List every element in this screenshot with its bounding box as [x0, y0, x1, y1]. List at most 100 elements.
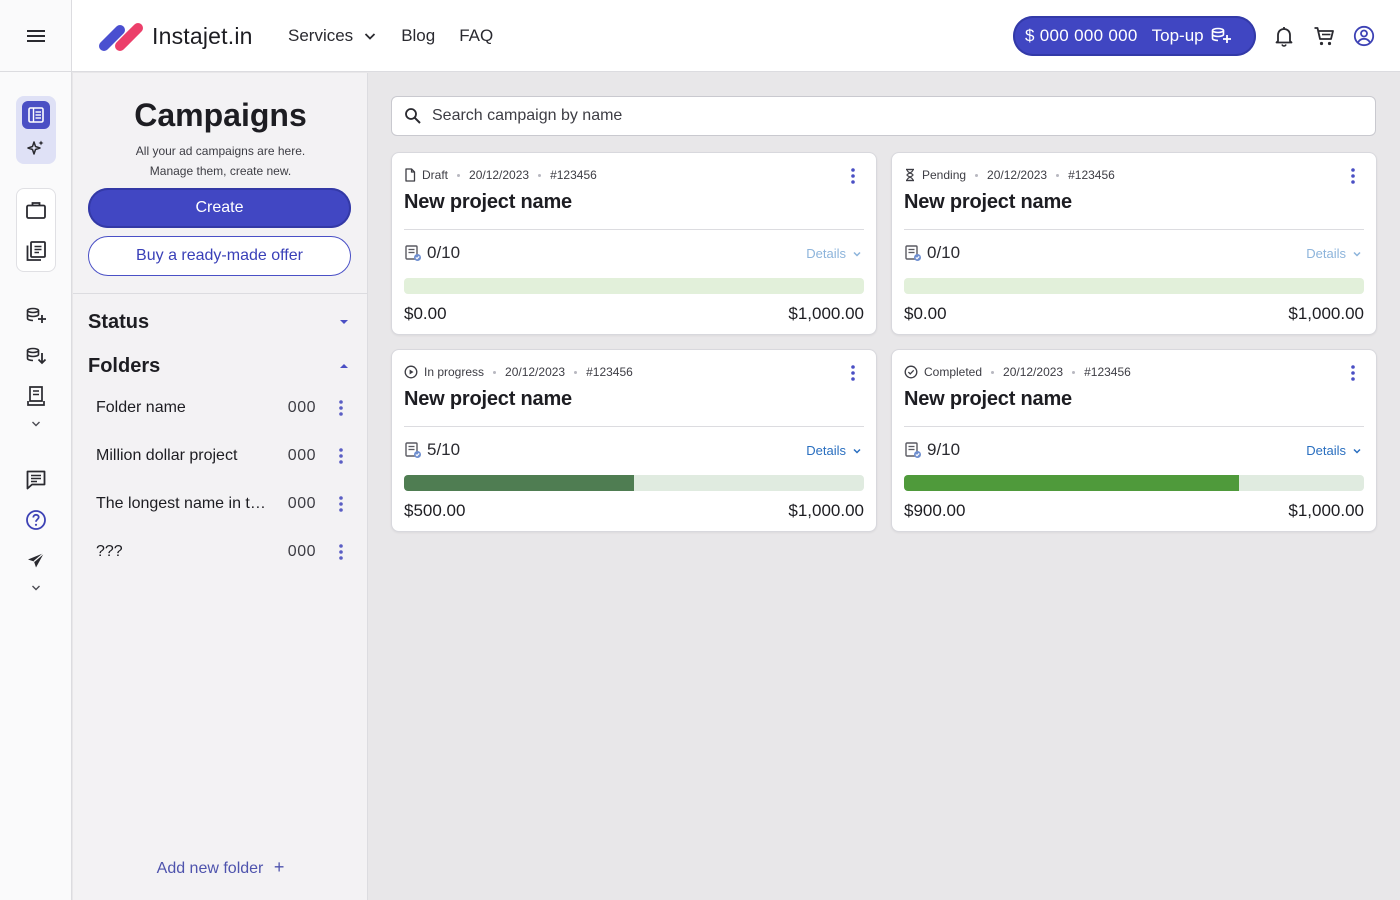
posts-count-value: 0/10: [927, 243, 961, 262]
search-input[interactable]: [432, 107, 1332, 125]
details-label: Details: [1306, 246, 1346, 261]
folder-count: 000: [287, 447, 316, 464]
spent-amount: $500.00: [404, 501, 466, 520]
campaign-card[interactable]: Draft 20/12/2023 #123456 New project nam…: [391, 152, 877, 335]
nav-blog-label: Blog: [401, 26, 436, 45]
campaign-date: 20/12/2023: [469, 168, 530, 182]
more-vert-icon[interactable]: [316, 399, 344, 417]
topup-button[interactable]: $ 000 000 000 Top-up: [1013, 16, 1256, 56]
caret-up-icon: [338, 362, 350, 370]
receipt-icon: [26, 385, 46, 407]
posts-count-value: 9/10: [927, 440, 961, 459]
details-toggle[interactable]: Details: [806, 443, 862, 458]
add-funds-nav-item[interactable]: [16, 304, 56, 328]
more-vert-icon[interactable]: [1348, 167, 1358, 187]
checklist-icon: [904, 244, 922, 262]
messages-nav-item[interactable]: [16, 468, 56, 492]
more-vert-icon[interactable]: [848, 364, 858, 384]
more-vert-icon[interactable]: [848, 167, 858, 187]
nav-services[interactable]: Services: [288, 26, 377, 46]
separator-dot: [574, 370, 578, 374]
campaign-date: 20/12/2023: [1003, 365, 1064, 379]
campaign-status: Draft: [422, 168, 449, 182]
briefcase-nav-item[interactable]: [16, 192, 56, 228]
folder-count: 000: [287, 399, 316, 416]
main-nav: Services Blog FAQ: [288, 0, 517, 72]
details-label: Details: [806, 443, 846, 458]
page-title: Campaigns: [134, 97, 307, 133]
folder-count: 000: [287, 543, 316, 560]
folder-item[interactable]: Million dollar project 000: [96, 442, 344, 470]
withdraw-nav-item[interactable]: [16, 344, 56, 368]
spent-amount: $0.00: [904, 304, 947, 323]
posts-count-value: 0/10: [427, 243, 461, 262]
progress-fill: [404, 475, 634, 491]
campaign-card[interactable]: Completed 20/12/2023 #123456 New project…: [891, 349, 1377, 532]
sparkle-nav-item[interactable]: [16, 131, 56, 164]
campaign-status: Pending: [922, 168, 967, 182]
budget-progress-bar: [404, 475, 864, 491]
buy-offer-button[interactable]: Buy a ready-made offer: [88, 236, 351, 276]
more-vert-icon[interactable]: [316, 495, 344, 513]
separator-dot: [493, 370, 497, 374]
page-subtitle: All your ad campaigns are here. Manage t…: [73, 141, 368, 181]
campaigns-nav-item[interactable]: [16, 98, 56, 131]
folder-item[interactable]: Folder name 000: [96, 394, 344, 422]
campaign-meta: Completed 20/12/2023 #123456: [904, 364, 1131, 380]
campaign-card[interactable]: Pending 20/12/2023 #123456 New project n…: [891, 152, 1377, 335]
campaign-id: #123456: [586, 365, 633, 379]
coins-plus-icon: [25, 307, 47, 325]
notifications-button[interactable]: [1272, 24, 1296, 48]
telegram-nav-item[interactable]: [16, 548, 56, 572]
nav-services-label: Services: [288, 26, 354, 45]
expand-social-chevron-icon[interactable]: [28, 583, 44, 593]
library-nav-item[interactable]: [16, 233, 56, 269]
separator-dot: [991, 370, 995, 374]
chevron-down-icon: [852, 250, 862, 258]
folders-toggle[interactable]: Folders: [88, 352, 350, 380]
separator-dot: [1056, 173, 1060, 177]
hamburger-menu-icon[interactable]: [26, 28, 46, 44]
page-subtitle-line2: Manage them, create new.: [149, 164, 292, 178]
create-campaign-button[interactable]: Create: [88, 188, 351, 228]
checklist-icon: [404, 441, 422, 459]
details-toggle[interactable]: Details: [1306, 246, 1362, 261]
briefcase-icon: [25, 200, 47, 220]
details-toggle[interactable]: Details: [806, 246, 862, 261]
more-vert-icon[interactable]: [316, 543, 344, 561]
help-nav-item[interactable]: [16, 508, 56, 532]
campaign-card[interactable]: In progress 20/12/2023 #123456 New proje…: [391, 349, 877, 532]
folder-item[interactable]: The longest name in the list 000: [96, 490, 344, 518]
posts-count-value: 5/10: [427, 440, 461, 459]
status-filter-toggle[interactable]: Status: [88, 308, 350, 336]
brand-logo[interactable]: Instajet.in: [96, 20, 253, 52]
more-vert-icon[interactable]: [316, 447, 344, 465]
folders-label: Folders: [88, 354, 161, 377]
expand-reports-chevron-icon[interactable]: [28, 419, 44, 429]
budget-amount: $1,000.00: [788, 304, 864, 323]
nav-faq[interactable]: FAQ: [459, 26, 493, 46]
campaign-meta: In progress 20/12/2023 #123456: [404, 364, 633, 380]
folder-item[interactable]: ??? 000: [96, 538, 344, 566]
campaign-id: #123456: [1068, 168, 1115, 182]
details-toggle[interactable]: Details: [1306, 443, 1362, 458]
chevron-down-icon: [1352, 447, 1362, 455]
folder-name: Million dollar project: [96, 447, 238, 464]
play-circle-icon: [404, 365, 418, 379]
campaign-date: 20/12/2023: [505, 365, 566, 379]
cart-icon: [1313, 25, 1335, 47]
reports-nav-item[interactable]: [16, 384, 56, 408]
user-circle-icon: [1353, 25, 1375, 47]
more-vert-icon[interactable]: [1348, 364, 1358, 384]
caret-down-icon: [338, 318, 350, 326]
profile-button[interactable]: [1352, 24, 1376, 48]
cart-button[interactable]: [1312, 24, 1336, 48]
campaign-title: New project name: [404, 388, 572, 410]
nav-blog[interactable]: Blog: [401, 26, 435, 46]
page-subtitle-line1: All your ad campaigns are here.: [135, 144, 306, 158]
coins-down-icon: [25, 347, 47, 365]
divider: [404, 229, 864, 230]
checklist-icon: [404, 244, 422, 262]
check-circle-icon: [904, 365, 918, 379]
add-folder-button[interactable]: Add new folder +: [73, 857, 368, 878]
